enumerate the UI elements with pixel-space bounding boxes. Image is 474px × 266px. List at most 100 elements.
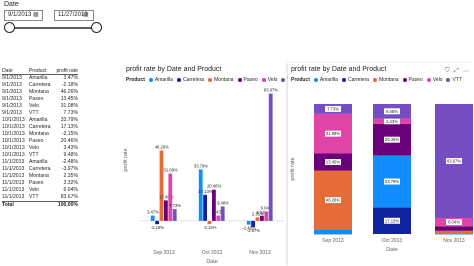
cell-profit-rate: 7.73% [63, 110, 78, 116]
data-label: 83.67% [264, 88, 278, 93]
x-axis-title: Date [206, 259, 218, 265]
more-options-icon[interactable]: ⋯ [463, 68, 469, 75]
cell-product: VTT [29, 152, 39, 158]
legend-item-label: Carretera [347, 77, 370, 83]
stacked-100-bar-chart: profit rate 46.26% 13.45% 31.08% 7.73% Sep 20… [290, 104, 473, 253]
x-tick-label: Oct 2013 [382, 238, 403, 244]
bar [168, 173, 173, 221]
cell-profit-rate: 3.32% [63, 180, 78, 186]
chart-legend: Product Amarilla Carretera Montana Paseo Vel… [291, 77, 466, 83]
table-row: 10/1/2013 Carretera 17.13% [2, 124, 78, 131]
data-label: -2.15% [203, 225, 217, 230]
data-label: 46.26% [155, 144, 169, 149]
date-slicer-title: Date [4, 1, 19, 8]
cell-profit-rate: 83.67% [60, 194, 78, 200]
chart-legend: Product Amarilla Carretera Montana Paseo Vel… [126, 77, 301, 83]
cell-product: Montana [29, 173, 49, 179]
table-row: 11/1/2013 Paseo 3.32% [2, 180, 78, 187]
filter-icon[interactable]: ⛉ [445, 68, 450, 75]
calendar-icon[interactable]: ▦ [33, 12, 39, 19]
data-label: 33.79% [385, 179, 399, 184]
cell-product: Velo [29, 103, 39, 109]
bar [150, 215, 155, 221]
column-header-profit-rate[interactable]: profit rate [54, 68, 78, 74]
legend-dot [148, 78, 153, 82]
cell-product: Montana [29, 89, 49, 95]
slider-end-handle[interactable] [91, 22, 102, 33]
data-label: 7.73% [327, 106, 339, 111]
legend-item[interactable]: Velo [426, 77, 442, 83]
legend-label: Product [126, 77, 145, 83]
cell-date: 10/1/2013 [2, 138, 25, 144]
legend-item[interactable]: Montana [208, 77, 234, 83]
legend-dot [426, 78, 431, 82]
table-row: 10/1/2013 Velo 3.43% [2, 145, 78, 152]
legend-item[interactable]: Amarilla [313, 77, 338, 83]
legend-dot [261, 78, 266, 82]
cell-product: Carretera [29, 166, 51, 172]
cell-date: 9/1/2013 [2, 82, 22, 88]
cell-product: Montana [29, 131, 49, 137]
legend-item[interactable]: Montana [373, 77, 399, 83]
bar [203, 194, 207, 221]
cell-product: Carretera [29, 124, 51, 130]
legend-item-label: Paseo [408, 77, 423, 83]
data-label: 13.45% [326, 160, 340, 165]
legend-item-label: Velo [267, 77, 278, 83]
data-label: 17.13% [385, 218, 399, 223]
table-row: 9/1/2013 Paseo 13.45% [2, 96, 78, 103]
cell-product: Velo [29, 187, 39, 193]
data-label: -2.18% [151, 225, 165, 230]
data-label: 31.08% [326, 131, 340, 136]
data-label: 17.13% [198, 189, 212, 194]
bar [246, 220, 251, 225]
data-label: 20.46% [207, 184, 221, 189]
table-row: 11/1/2013 Carretera -3.97% [2, 166, 78, 173]
cell-date: 11/1/2013 [2, 173, 25, 179]
cell-date: 10/1/2013 [2, 117, 25, 123]
legend-item[interactable]: Amarilla [148, 77, 173, 83]
legend-item[interactable]: Velo [261, 77, 278, 83]
legend-dot [446, 78, 451, 82]
cell-product: Carretera [29, 82, 51, 88]
data-label: 83.67% [447, 159, 461, 164]
clustered-bar-chart: profit rate3.47%-2.18%46.26%13.45%31.08%… [123, 88, 284, 265]
bar [155, 220, 159, 225]
slider-start-handle[interactable] [4, 22, 15, 33]
legend-dot [176, 78, 181, 82]
legend-item[interactable]: Paseo [402, 77, 423, 83]
table-row: 11/1/2013 Montana 2.35% [2, 173, 78, 180]
legend-label: Product [291, 77, 310, 83]
date-range-slider-track[interactable] [9, 27, 97, 29]
cell-date: 10/1/2013 [2, 124, 25, 130]
focus-mode-icon[interactable]: ⤢ [454, 68, 459, 75]
table-body: 9/1/2013 Amarilla 3.47% 9/1/2013 Carretera -2… [2, 75, 78, 201]
data-label: 33.79% [194, 163, 208, 168]
legend-dot [313, 78, 318, 82]
cell-product: Amarilla [29, 75, 48, 81]
calendar-icon[interactable]: ▦ [83, 12, 89, 19]
column-header-date[interactable]: Date [2, 68, 29, 74]
cell-profit-rate: 9.48% [63, 152, 78, 158]
cell-profit-rate: 31.08% [60, 103, 78, 109]
cell-date: 11/1/2013 [2, 159, 25, 165]
cell-product: Amarilla [29, 117, 48, 123]
cell-profit-rate: -2.15% [61, 131, 78, 137]
stacked-segment [314, 229, 352, 234]
data-label: 6.04% [448, 220, 460, 225]
cell-date: 11/1/2013 [2, 166, 25, 172]
legend-item-label: Paseo [243, 77, 258, 83]
legend-item[interactable]: Carretera [341, 77, 370, 83]
cell-product: Paseo [29, 138, 44, 144]
bar [251, 220, 255, 227]
legend-item[interactable]: Carretera [176, 77, 204, 83]
bar [198, 169, 203, 221]
table-row: 11/1/2013 Velo 6.04% [2, 187, 78, 194]
cell-profit-rate: -2.48% [61, 159, 78, 165]
table-row: 9/1/2013 Carretera -2.18% [2, 82, 78, 89]
table-row: 9/1/2013 Velo 31.08% [2, 103, 78, 110]
legend-item[interactable]: Paseo [237, 77, 258, 83]
column-header-product[interactable]: Product [29, 68, 54, 74]
legend-dot [281, 78, 286, 82]
legend-item[interactable]: VTT [446, 77, 462, 83]
